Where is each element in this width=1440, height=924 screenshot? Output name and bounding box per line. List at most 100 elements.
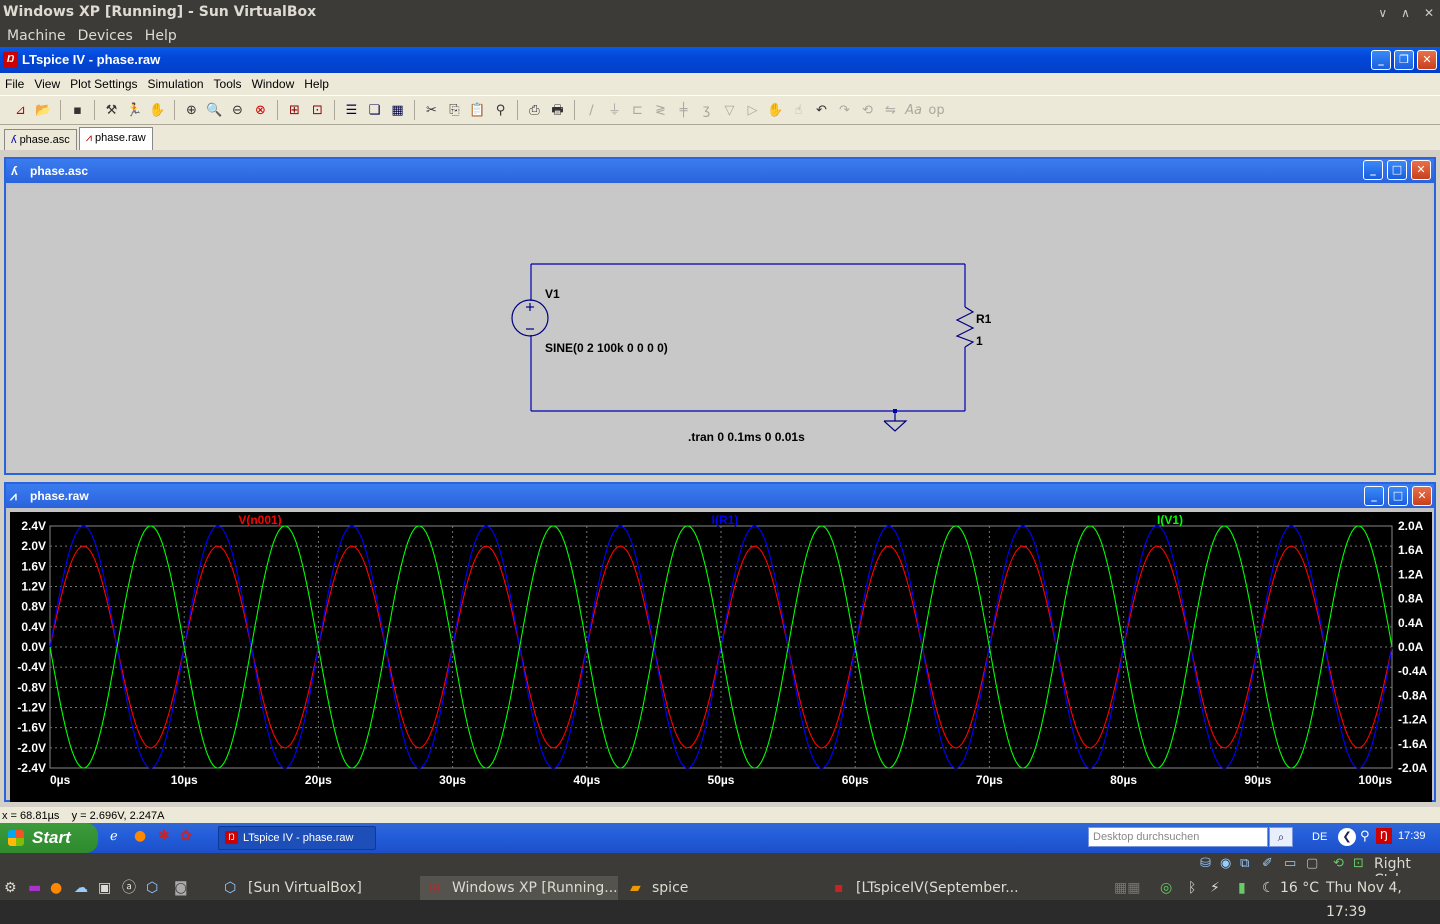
zoom-in-icon[interactable]: ⊕ — [181, 100, 202, 121]
show-desktop-icon[interactable]: ⚙ — [4, 876, 17, 900]
host-menu-devices[interactable]: Devices — [72, 28, 139, 44]
firefox-icon[interactable]: ● — [134, 828, 146, 844]
rotate-icon[interactable]: ⟲ — [857, 100, 878, 121]
paste-icon[interactable]: 📋 — [467, 100, 488, 121]
drag-icon[interactable]: ☝ — [788, 100, 809, 121]
schematic-maximize-button[interactable]: □ — [1387, 160, 1407, 180]
run-icon[interactable]: 🏃 — [124, 100, 145, 121]
redo-icon[interactable]: ↷ — [834, 100, 855, 121]
menu-help[interactable]: Help — [299, 77, 334, 91]
save-icon[interactable]: ▪ — [67, 100, 88, 121]
x-tick-label: 80µs — [1110, 773, 1137, 787]
copy-icon[interactable]: ⎘ — [444, 100, 465, 121]
zoom-out-icon[interactable]: ⊖ — [227, 100, 248, 121]
wire-icon[interactable]: ∕ — [581, 100, 602, 121]
panel-task-ltspice[interactable]: [LTspiceIV(September... — [856, 876, 1019, 900]
app-close-button[interactable]: ✕ — [1417, 50, 1437, 70]
move-icon[interactable]: ✋ — [765, 100, 786, 121]
tray-back-icon[interactable]: ❮ — [1338, 828, 1356, 846]
ie-icon[interactable]: ℯ — [110, 829, 118, 844]
find-icon[interactable]: ⚲ — [490, 100, 511, 121]
manual-limits-icon[interactable]: ⊡ — [307, 100, 328, 121]
update-icon[interactable]: ◎ — [1160, 876, 1172, 900]
menu-view[interactable]: View — [29, 77, 65, 91]
y-left-tick-label: -1.6V — [17, 721, 46, 735]
host-menu-machine[interactable]: Machine — [0, 28, 72, 44]
virtualbox-icon[interactable]: ⬡ — [146, 876, 158, 900]
spice-directive-icon[interactable]: op — [926, 100, 947, 121]
open-icon[interactable]: 📂 — [33, 100, 54, 121]
system-tray: ❮ ⚲ Ŋ 17:39 — [1290, 823, 1440, 853]
mirror-icon[interactable]: ⇋ — [880, 100, 901, 121]
menu-tools[interactable]: Tools — [209, 77, 247, 91]
network-icon[interactable]: ⚡ — [1210, 876, 1220, 900]
tab-phase-asc[interactable]: ʎ phase.asc — [4, 129, 77, 150]
terminal-icon[interactable]: ▣ — [98, 876, 111, 900]
panel-task-windows-xp[interactable]: Windows XP [Running... — [452, 876, 618, 900]
anchor-icon[interactable]: ⓐ — [122, 876, 136, 900]
screenshot-icon[interactable]: ◙ — [174, 876, 188, 900]
menu-window[interactable]: Window — [247, 77, 300, 91]
panel-clock[interactable]: Thu Nov 4, 17:39 — [1326, 876, 1440, 920]
halt-icon[interactable]: ✋ — [147, 100, 168, 121]
print-setup-icon[interactable]: ⎙ — [524, 100, 545, 121]
new-schematic-icon[interactable]: ⊿ — [10, 100, 31, 121]
bug-icon[interactable]: ✱ — [158, 828, 170, 844]
diode-icon[interactable]: ▽ — [719, 100, 740, 121]
control-panel-icon[interactable]: ⚒ — [101, 100, 122, 121]
close-icon[interactable]: ✕ — [1424, 6, 1434, 20]
print-icon[interactable]: 🖶 — [547, 100, 568, 121]
series-legend-label: V(n001) — [238, 513, 281, 527]
inductor-icon[interactable]: ʒ — [696, 100, 717, 121]
autorange-icon[interactable]: ⊞ — [284, 100, 305, 121]
menu-file[interactable]: File — [0, 77, 29, 91]
host-menu-help[interactable]: Help — [139, 28, 183, 44]
weather-icon[interactable]: ☾ — [1262, 876, 1275, 900]
cascade-icon[interactable]: ❏ — [364, 100, 385, 121]
desktop-search-input[interactable]: Desktop durchsuchen — [1088, 827, 1268, 847]
workspace-switcher[interactable]: ▦▦ — [1114, 876, 1140, 900]
battery-icon[interactable]: ▮ — [1238, 876, 1246, 900]
minimize-icon[interactable]: ∨ — [1378, 6, 1387, 20]
schematic-icon: ʎ — [11, 134, 20, 146]
resistor-icon[interactable]: ≷ — [650, 100, 671, 121]
bluetooth-icon[interactable]: ᛒ — [1188, 876, 1196, 900]
taskbar-button-ltspice[interactable]: Ŋ LTspice IV - phase.raw — [218, 826, 376, 850]
thunderbird-icon[interactable]: ☁ — [74, 876, 88, 900]
zoom-full-icon[interactable]: ⊗ — [250, 100, 271, 121]
app-quicklaunch-icon[interactable]: ✿ — [180, 828, 192, 844]
tab-phase-raw[interactable]: ⩘ phase.raw — [78, 127, 153, 150]
tray-ltspice-icon[interactable]: Ŋ — [1376, 828, 1392, 844]
app-restore-button[interactable]: ❐ — [1394, 50, 1414, 70]
app-minimize-button[interactable]: _ — [1371, 50, 1391, 70]
text-icon[interactable]: Aa — [903, 100, 924, 121]
plot-maximize-button[interactable]: □ — [1388, 486, 1408, 506]
tile-horizontal-icon[interactable]: ☰ — [341, 100, 362, 121]
start-button[interactable]: Start — [0, 823, 98, 853]
host-title-text: Windows XP [Running] - Sun VirtualBox — [3, 4, 317, 20]
schematic-close-button[interactable]: ✕ — [1411, 160, 1431, 180]
plot-close-button[interactable]: ✕ — [1412, 486, 1432, 506]
menu-plot-settings[interactable]: Plot Settings — [65, 77, 142, 91]
capacitor-icon[interactable]: ╪ — [673, 100, 694, 121]
cut-icon[interactable]: ✂ — [421, 100, 442, 121]
panel-task-virtualbox[interactable]: [Sun VirtualBox] — [248, 876, 362, 900]
maximize-icon[interactable]: ∧ — [1401, 6, 1410, 20]
pan-icon[interactable]: 🔍 — [204, 100, 225, 121]
ground-icon[interactable]: ⏚ — [604, 100, 625, 121]
y-right-tick-label: 2.0A — [1398, 519, 1424, 533]
tray-search-icon[interactable]: ⚲ — [1360, 829, 1370, 844]
waveform-plot-area[interactable]: 0µs 10µs 20µs 30µs 40µs 50µs 60µs 70µs 80µs 90µs 1… — [10, 512, 1432, 802]
panel-task-spice[interactable]: spice — [652, 876, 688, 900]
schematic-minimize-button[interactable]: _ — [1363, 160, 1383, 180]
label-icon[interactable]: ⊏ — [627, 100, 648, 121]
menu-simulation[interactable]: Simulation — [143, 77, 209, 91]
firefox-icon[interactable]: ● — [50, 876, 62, 900]
resistor-name-label: R1 — [976, 312, 992, 326]
plot-minimize-button[interactable]: _ — [1364, 486, 1384, 506]
component-icon[interactable]: ▷ — [742, 100, 763, 121]
schematic-canvas[interactable]: V1 SINE(0 2 100k 0 0 0 0) R1 1 .tran 0 0… — [8, 185, 1432, 473]
tile-vertical-icon[interactable]: ▦ — [387, 100, 408, 121]
files-icon[interactable]: ▬ — [28, 876, 41, 900]
undo-icon[interactable]: ↶ — [811, 100, 832, 121]
